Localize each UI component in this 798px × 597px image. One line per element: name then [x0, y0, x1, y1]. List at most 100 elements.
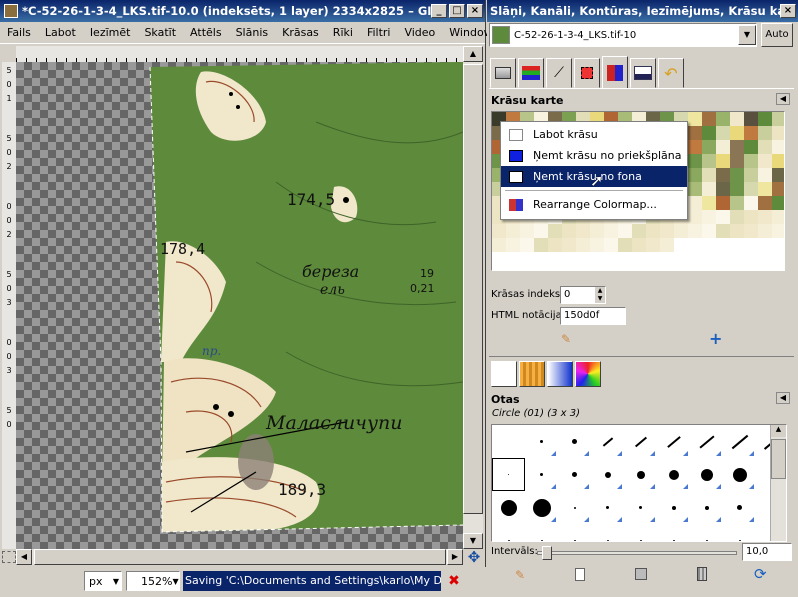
image-canvas[interactable]: 174,5 178,4 береза ель 19 0,21 пр. Малас…: [16, 62, 463, 549]
hscroll-thumb[interactable]: [34, 549, 446, 565]
colormap-swatch[interactable]: [632, 238, 646, 252]
brush-cell[interactable]: [723, 491, 756, 524]
colormap-swatch[interactable]: [772, 182, 784, 196]
colormap-swatch[interactable]: [758, 126, 772, 140]
brush-cell[interactable]: [624, 458, 657, 491]
html-notation-field[interactable]: 150d0f: [560, 307, 626, 325]
tab-palettes[interactable]: [575, 361, 601, 387]
brush-cell[interactable]: [558, 491, 591, 524]
colormap-swatch[interactable]: [758, 112, 772, 126]
refresh-brushes-icon[interactable]: ⟳: [754, 565, 767, 583]
brush-cell[interactable]: [492, 425, 525, 458]
colormap-swatch[interactable]: [492, 224, 506, 238]
minimize-button[interactable]: _: [431, 4, 447, 18]
colormap-swatch[interactable]: [730, 140, 744, 154]
colormap-swatch[interactable]: [702, 182, 716, 196]
colormap-swatch[interactable]: [758, 182, 772, 196]
colormap-swatch[interactable]: [548, 238, 562, 252]
tab-gradients[interactable]: [547, 361, 573, 387]
scrollbar-thumb[interactable]: [463, 64, 483, 514]
brush-cell[interactable]: [591, 491, 624, 524]
colormap-swatch[interactable]: [744, 210, 758, 224]
brush-cell[interactable]: [723, 458, 756, 491]
brush-cell[interactable]: [558, 524, 591, 541]
quick-mask-icon[interactable]: [2, 551, 16, 563]
colormap-swatch[interactable]: [772, 210, 784, 224]
colormap-swatch[interactable]: [716, 168, 730, 182]
brush-cell[interactable]: [690, 491, 723, 524]
colormap-swatch[interactable]: [688, 196, 702, 210]
colormap-swatch[interactable]: [618, 224, 632, 238]
brush-cell[interactable]: [525, 524, 558, 541]
colormap-swatch[interactable]: [716, 196, 730, 210]
brush-grid[interactable]: ▲: [491, 424, 787, 542]
colormap-swatch[interactable]: [646, 224, 660, 238]
colormap-swatch[interactable]: [506, 238, 520, 252]
colormap-swatch[interactable]: [702, 168, 716, 182]
colormap-swatch[interactable]: [716, 126, 730, 140]
tab-undo[interactable]: ↶: [658, 58, 684, 88]
tab-selection[interactable]: [574, 58, 600, 88]
colormap-swatch[interactable]: [702, 224, 716, 238]
brush-cell[interactable]: [492, 491, 525, 524]
brush-cell[interactable]: [657, 458, 690, 491]
colormap-swatch[interactable]: [730, 154, 744, 168]
close-button[interactable]: ×: [467, 4, 483, 18]
brush-cell[interactable]: [591, 425, 624, 458]
brush-cell[interactable]: [558, 425, 591, 458]
edit-color-icon[interactable]: ✎: [561, 332, 571, 346]
brush-cell[interactable]: [558, 458, 591, 491]
spinner-arrows-icon[interactable]: ▲ ▼: [595, 287, 605, 303]
colormap-swatch[interactable]: [716, 154, 730, 168]
menu-item[interactable]: Fails: [0, 26, 38, 39]
colormap-swatch[interactable]: [688, 140, 702, 154]
colormap-swatch[interactable]: [730, 224, 744, 238]
menu-item[interactable]: Filtri: [360, 26, 398, 39]
brush-cell[interactable]: [657, 524, 690, 541]
colormap-swatch[interactable]: [492, 238, 506, 252]
colormap-swatch[interactable]: [758, 140, 772, 154]
colormap-swatch[interactable]: [744, 168, 758, 182]
brush-cell[interactable]: [657, 491, 690, 524]
colormap-swatch[interactable]: [772, 112, 784, 126]
colormap-swatch[interactable]: [520, 238, 534, 252]
brush-cell[interactable]: [591, 524, 624, 541]
horizontal-scrollbar[interactable]: ◀ ▶: [16, 549, 463, 565]
colormap-swatch[interactable]: [744, 154, 758, 168]
colormap-swatch[interactable]: [688, 154, 702, 168]
colormap-swatch[interactable]: [702, 126, 716, 140]
colormap-swatch[interactable]: [716, 182, 730, 196]
panel-menu-arrow-icon[interactable]: ◀: [776, 392, 790, 404]
colormap-swatch[interactable]: [660, 238, 674, 252]
colormap-swatch[interactable]: [744, 112, 758, 126]
delete-brush-icon[interactable]: [697, 567, 707, 581]
colormap-swatch[interactable]: [562, 238, 576, 252]
colormap-swatch[interactable]: [688, 168, 702, 182]
colormap-swatch[interactable]: [772, 140, 784, 154]
colormap-swatch[interactable]: [744, 182, 758, 196]
context-menu-item[interactable]: Ņemt krāsu no priekšplāna: [501, 145, 687, 166]
tab-layers[interactable]: [490, 58, 516, 88]
colormap-swatch[interactable]: [758, 210, 772, 224]
colormap-swatch[interactable]: [716, 210, 730, 224]
horizontal-ruler[interactable]: [16, 46, 463, 62]
colormap-swatch[interactable]: [730, 112, 744, 126]
colormap-swatch[interactable]: [576, 224, 590, 238]
colormap-swatch[interactable]: [702, 140, 716, 154]
colormap-swatch[interactable]: [562, 224, 576, 238]
colormap-swatch[interactable]: [730, 196, 744, 210]
colormap-swatch[interactable]: [688, 224, 702, 238]
tab-channels[interactable]: [518, 58, 544, 88]
colormap-swatch[interactable]: [632, 224, 646, 238]
colormap-swatch[interactable]: [590, 224, 604, 238]
colormap-swatch[interactable]: [548, 224, 562, 238]
brush-cell[interactable]: [723, 425, 756, 458]
colormap-swatch[interactable]: [730, 168, 744, 182]
menu-item[interactable]: Slānis: [229, 26, 276, 39]
add-color-icon[interactable]: +: [709, 329, 722, 348]
colormap-swatch[interactable]: [702, 154, 716, 168]
new-brush-icon[interactable]: [575, 568, 585, 581]
dock-titlebar[interactable]: Slāņi, Kanāli, Kontūras, Iezīmējums, Krā…: [487, 0, 798, 22]
brush-cell[interactable]: [591, 458, 624, 491]
colormap-swatch[interactable]: [534, 238, 548, 252]
